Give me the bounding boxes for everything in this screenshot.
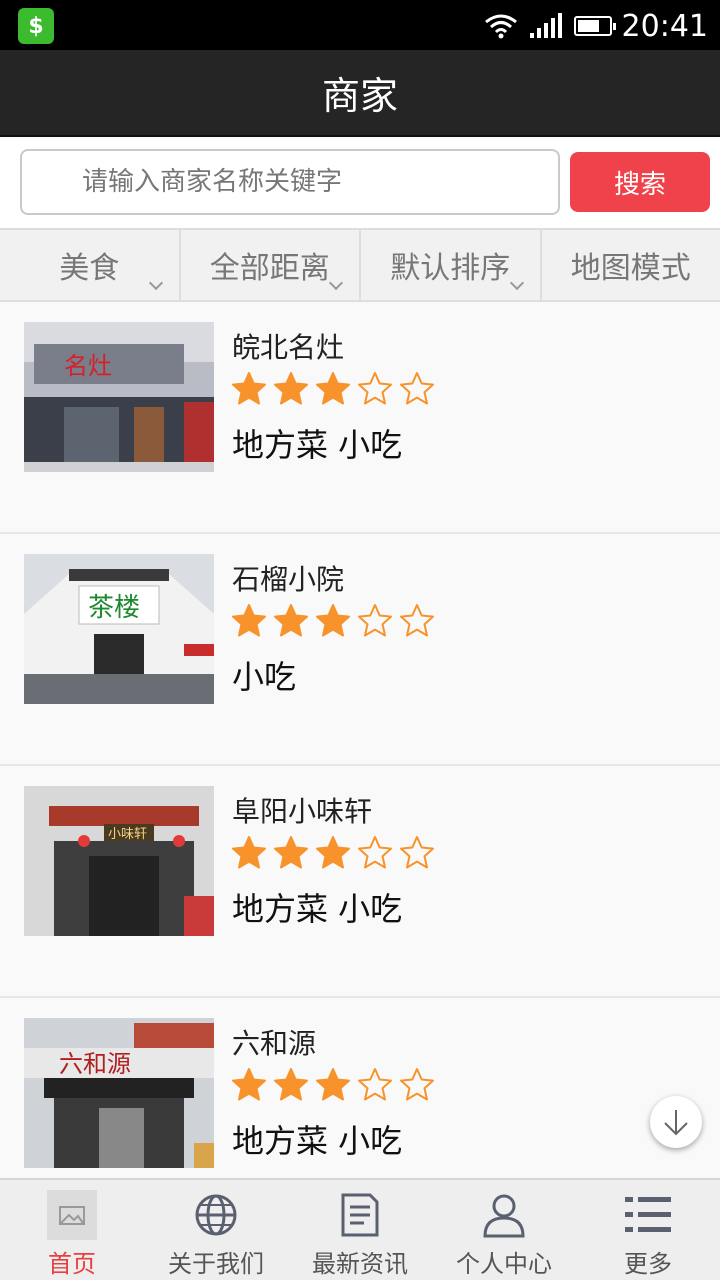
- chevron-down-icon: [148, 275, 163, 291]
- star-filled-icon: [232, 836, 266, 869]
- star-filled-icon: [316, 1068, 350, 1101]
- status-indicators: 20:41: [484, 8, 708, 44]
- star-filled-icon: [316, 836, 350, 869]
- list-item[interactable]: 小味轩 阜阳小味轩 地方菜 小吃: [0, 766, 720, 998]
- merchant-tags: 地方菜 小吃: [232, 1122, 403, 1160]
- star-rating: [230, 602, 436, 640]
- tab-news[interactable]: 最新资讯: [288, 1180, 432, 1280]
- tab-label: 关于我们: [168, 1250, 264, 1278]
- star-filled-icon: [274, 372, 308, 405]
- merchant-photo: 小味轩: [24, 786, 214, 936]
- merchant-list: 名灶 皖北名灶 地方菜 小吃 茶楼 石榴小院 小吃 小味轩 阜阳小味轩 地方菜 …: [0, 302, 720, 1230]
- tab-label: 最新资讯: [312, 1250, 408, 1278]
- tab-more[interactable]: 更多: [576, 1180, 720, 1280]
- star-empty-icon: [400, 604, 434, 637]
- title-bar: 商家: [0, 50, 720, 137]
- wallet-app-icon: $: [18, 8, 54, 44]
- chevron-down-icon: [509, 275, 524, 291]
- star-rating: [230, 1066, 436, 1104]
- merchant-name: 六和源: [232, 1027, 317, 1060]
- filter-category[interactable]: 美食: [0, 230, 181, 300]
- tab-label: 个人中心: [456, 1250, 552, 1278]
- filter-label: 地图模式: [570, 251, 691, 286]
- merchant-tags: 地方菜 小吃: [232, 426, 403, 464]
- filter-bar: 美食 全部距离 默认排序 地图模式: [0, 228, 720, 302]
- star-filled-icon: [274, 1068, 308, 1101]
- chevron-down-icon: [328, 275, 344, 291]
- tab-label: 更多: [624, 1250, 672, 1278]
- status-time: 20:41: [621, 8, 708, 44]
- document-icon: [335, 1190, 385, 1240]
- star-empty-icon: [358, 1068, 392, 1101]
- arrow-down-icon: [664, 1110, 688, 1136]
- star-empty-icon: [400, 372, 434, 405]
- star-filled-icon: [232, 372, 266, 405]
- search-row: 搜索: [0, 138, 720, 228]
- filter-label: 默认排序: [390, 251, 511, 286]
- tab-about[interactable]: 关于我们: [144, 1180, 288, 1280]
- bottom-tab-bar: 首页 关于我们 最新资讯 个人中心 更多: [0, 1178, 720, 1280]
- merchant-photo: 茶楼: [24, 554, 214, 704]
- globe-icon: [191, 1190, 241, 1240]
- star-empty-icon: [358, 372, 392, 405]
- star-filled-icon: [232, 604, 266, 637]
- star-filled-icon: [316, 604, 350, 637]
- filter-label: 全部距离: [209, 251, 330, 286]
- signal-icon: [529, 13, 562, 38]
- star-filled-icon: [274, 604, 308, 637]
- star-empty-icon: [358, 836, 392, 869]
- search-button[interactable]: 搜索: [570, 152, 710, 212]
- battery-icon: [573, 16, 616, 36]
- star-rating: [230, 370, 436, 408]
- svg-text:六和源: 六和源: [59, 1050, 131, 1078]
- svg-text:名灶: 名灶: [64, 352, 112, 380]
- list-item[interactable]: 名灶 皖北名灶 地方菜 小吃: [0, 302, 720, 534]
- tab-profile[interactable]: 个人中心: [432, 1180, 576, 1280]
- star-filled-icon: [232, 1068, 266, 1101]
- tab-home[interactable]: 首页: [0, 1180, 144, 1280]
- status-bar: $ 20:41: [0, 0, 720, 50]
- wifi-icon: [484, 14, 517, 39]
- merchant-photo: 名灶: [24, 322, 214, 472]
- filter-sort[interactable]: 默认排序: [361, 230, 542, 300]
- tab-label: 首页: [48, 1250, 96, 1278]
- merchant-tags: 小吃: [232, 658, 297, 696]
- filter-label: 美食: [59, 251, 120, 286]
- merchant-tags: 地方菜 小吃: [232, 890, 403, 928]
- merchant-name: 皖北名灶: [232, 331, 345, 364]
- filter-map-mode[interactable]: 地图模式: [542, 230, 720, 300]
- svg-text:小味轩: 小味轩: [108, 827, 147, 842]
- search-input[interactable]: [20, 149, 560, 215]
- star-empty-icon: [400, 836, 434, 869]
- star-filled-icon: [316, 372, 350, 405]
- image-icon: [47, 1190, 97, 1240]
- battery-level: [577, 20, 599, 32]
- star-rating: [230, 834, 436, 872]
- list-item[interactable]: 茶楼 石榴小院 小吃: [0, 534, 720, 766]
- merchant-name: 石榴小院: [232, 563, 345, 596]
- star-empty-icon: [358, 604, 392, 637]
- list-icon: [623, 1190, 673, 1240]
- person-icon: [479, 1190, 529, 1240]
- page-title: 商家: [321, 74, 398, 118]
- scroll-down-button[interactable]: [650, 1096, 702, 1148]
- merchant-photo: 六和源: [24, 1018, 214, 1168]
- star-filled-icon: [274, 836, 308, 869]
- filter-distance[interactable]: 全部距离: [181, 230, 361, 300]
- merchant-name: 阜阳小味轩: [232, 795, 373, 828]
- star-empty-icon: [400, 1068, 434, 1101]
- svg-text:茶楼: 茶楼: [88, 593, 140, 623]
